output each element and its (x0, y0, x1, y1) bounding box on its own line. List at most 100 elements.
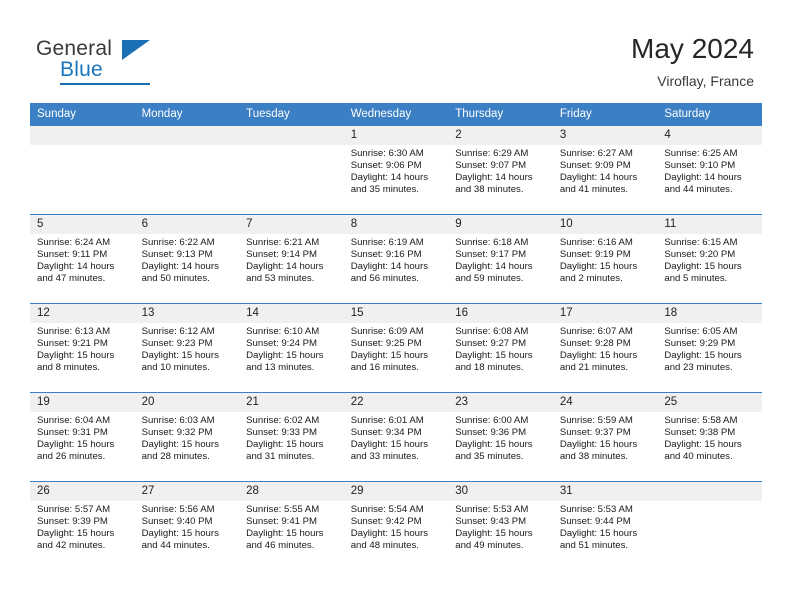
detail-sunrise: Sunrise: 5:59 AM (559, 415, 633, 426)
detail-sunrise: Sunrise: 6:00 AM (455, 415, 529, 426)
day-number: 13 (134, 304, 240, 323)
detail-sunrise: Sunrise: 6:08 AM (455, 326, 529, 337)
detail-sunrise: Sunrise: 6:02 AM (246, 415, 320, 426)
detail-sunset: Sunset: 9:27 PM (455, 338, 527, 350)
detail-daylight-1: Daylight: 15 hours (559, 528, 638, 540)
day-details: Sunrise: 6:18 AM Sunset: 9:17 PM Daylight:… (448, 234, 553, 285)
weekday-header-wednesday: Wednesday (343, 103, 449, 126)
detail-daylight-1: Daylight: 15 hours (664, 261, 742, 273)
logo-text-blue: Blue (60, 58, 103, 81)
detail-daylight-1: Daylight: 15 hours (141, 350, 219, 362)
calendar-day-cell[interactable]: 16 Sunrise: 6:08 AM Sunset: 9:27 PM Dayligh… (448, 303, 553, 393)
detail-sunset: Sunset: 9:40 PM (141, 516, 213, 528)
weekday-header-thursday: Thursday (448, 103, 553, 126)
calendar-day-cell[interactable]: 2 Sunrise: 6:29 AM Sunset: 9:07 PM Daylight… (448, 125, 553, 215)
calendar-day-cell-empty (239, 125, 344, 215)
calendar-day-cell[interactable]: 8 Sunrise: 6:19 AM Sunset: 9:16 PM Daylight… (343, 214, 449, 304)
detail-daylight-2: and 2 minutes. (559, 273, 623, 285)
calendar-day-cell[interactable]: 26 Sunrise: 5:57 AM Sunset: 9:39 PM Dayligh… (30, 481, 135, 570)
detail-daylight-2: and 18 minutes. (455, 362, 524, 374)
day-cell-inner: 18 Sunrise: 6:05 AM Sunset: 9:29 PM Dayligh… (657, 304, 762, 392)
day-cell-inner: 28 Sunrise: 5:55 AM Sunset: 9:41 PM Dayligh… (239, 482, 344, 570)
detail-sunrise: Sunrise: 5:55 AM (246, 504, 320, 515)
calendar-day-cell[interactable]: 14 Sunrise: 6:10 AM Sunset: 9:24 PM Dayligh… (239, 303, 344, 393)
calendar-day-cell[interactable]: 28 Sunrise: 5:55 AM Sunset: 9:41 PM Dayligh… (239, 481, 344, 570)
calendar-day-cell[interactable]: 23 Sunrise: 6:00 AM Sunset: 9:36 PM Dayligh… (448, 392, 553, 482)
detail-daylight-1: Daylight: 14 hours (350, 261, 429, 273)
detail-sunset: Sunset: 9:13 PM (141, 249, 213, 261)
detail-daylight-2: and 23 minutes. (664, 362, 733, 374)
day-details: Sunrise: 6:07 AM Sunset: 9:28 PM Daylight:… (553, 323, 658, 374)
calendar-body: 1 Sunrise: 6:30 AM Sunset: 9:06 PM Daylight… (30, 125, 762, 570)
calendar-week-row: 5 Sunrise: 6:24 AM Sunset: 9:11 PM Daylight… (30, 214, 762, 304)
detail-sunset: Sunset: 9:39 PM (37, 516, 108, 528)
day-number: 25 (657, 393, 762, 412)
day-cell-inner: 23 Sunrise: 6:00 AM Sunset: 9:36 PM Dayligh… (448, 393, 553, 481)
day-cell-inner: 19 Sunrise: 6:04 AM Sunset: 9:31 PM Dayligh… (30, 393, 135, 481)
calendar-day-cell[interactable]: 22 Sunrise: 6:01 AM Sunset: 9:34 PM Dayligh… (343, 392, 449, 482)
detail-sunset: Sunset: 9:09 PM (559, 160, 631, 172)
calendar-day-cell[interactable]: 13 Sunrise: 6:12 AM Sunset: 9:23 PM Dayligh… (134, 303, 240, 393)
day-details: Sunrise: 6:16 AM Sunset: 9:19 PM Daylight:… (553, 234, 658, 285)
calendar-day-cell[interactable]: 11 Sunrise: 6:15 AM Sunset: 9:20 PM Dayligh… (657, 214, 762, 304)
day-number: 28 (239, 482, 344, 501)
calendar-day-cell[interactable]: 17 Sunrise: 6:07 AM Sunset: 9:28 PM Dayligh… (552, 303, 658, 393)
detail-daylight-1: Daylight: 14 hours (455, 172, 533, 184)
calendar-day-cell[interactable]: 5 Sunrise: 6:24 AM Sunset: 9:11 PM Daylight… (30, 214, 135, 304)
calendar-day-cell[interactable]: 19 Sunrise: 6:04 AM Sunset: 9:31 PM Dayligh… (30, 392, 135, 482)
day-cell-inner: 7 Sunrise: 6:21 AM Sunset: 9:14 PM Daylight… (239, 215, 344, 303)
day-details: Sunrise: 6:00 AM Sunset: 9:36 PM Daylight:… (448, 412, 553, 463)
calendar-day-cell[interactable]: 18 Sunrise: 6:05 AM Sunset: 9:29 PM Dayligh… (657, 303, 762, 393)
day-number: 20 (134, 393, 240, 412)
calendar-day-cell[interactable]: 1 Sunrise: 6:30 AM Sunset: 9:06 PM Daylight… (343, 125, 449, 215)
day-details: Sunrise: 6:02 AM Sunset: 9:33 PM Daylight:… (239, 412, 344, 463)
detail-sunset: Sunset: 9:14 PM (246, 249, 318, 261)
day-details: Sunrise: 6:15 AM Sunset: 9:20 PM Daylight:… (657, 234, 762, 285)
detail-daylight-2: and 5 minutes. (664, 273, 728, 285)
calendar-day-cell[interactable]: 24 Sunrise: 5:59 AM Sunset: 9:37 PM Dayligh… (552, 392, 658, 482)
day-cell-inner: 12 Sunrise: 6:13 AM Sunset: 9:21 PM Dayligh… (30, 304, 135, 392)
calendar-day-cell[interactable]: 4 Sunrise: 6:25 AM Sunset: 9:10 PM Daylight… (657, 125, 762, 215)
calendar-day-cell[interactable]: 21 Sunrise: 6:02 AM Sunset: 9:33 PM Dayligh… (239, 392, 344, 482)
detail-daylight-1: Daylight: 14 hours (246, 261, 324, 273)
day-cell-inner: 5 Sunrise: 6:24 AM Sunset: 9:11 PM Daylight… (30, 215, 135, 303)
general-blue-logo[interactable]: General Blue (36, 38, 216, 88)
calendar-day-cell[interactable]: 15 Sunrise: 6:09 AM Sunset: 9:25 PM Dayligh… (343, 303, 449, 393)
detail-daylight-1: Daylight: 15 hours (455, 350, 533, 362)
day-details: Sunrise: 5:53 AM Sunset: 9:43 PM Daylight:… (448, 501, 553, 552)
detail-sunrise: Sunrise: 6:22 AM (141, 237, 215, 248)
calendar-day-cell[interactable]: 20 Sunrise: 6:03 AM Sunset: 9:32 PM Dayligh… (134, 392, 240, 482)
detail-sunrise: Sunrise: 6:16 AM (559, 237, 633, 248)
calendar-day-cell[interactable]: 27 Sunrise: 5:56 AM Sunset: 9:40 PM Dayligh… (134, 481, 240, 570)
calendar-day-cell[interactable]: 29 Sunrise: 5:54 AM Sunset: 9:42 PM Dayligh… (343, 481, 449, 570)
calendar-day-cell[interactable]: 9 Sunrise: 6:18 AM Sunset: 9:17 PM Daylight… (448, 214, 553, 304)
day-cell-inner: 27 Sunrise: 5:56 AM Sunset: 9:40 PM Dayligh… (134, 482, 240, 570)
detail-sunrise: Sunrise: 6:07 AM (559, 326, 633, 337)
detail-sunrise: Sunrise: 5:53 AM (559, 504, 633, 515)
detail-daylight-2: and 41 minutes. (559, 184, 629, 196)
day-cell-inner: 13 Sunrise: 6:12 AM Sunset: 9:23 PM Dayligh… (134, 304, 240, 392)
detail-sunrise: Sunrise: 6:29 AM (455, 148, 529, 159)
calendar-day-cell[interactable]: 30 Sunrise: 5:53 AM Sunset: 9:43 PM Dayligh… (448, 481, 553, 570)
day-details: Sunrise: 5:53 AM Sunset: 9:44 PM Daylight:… (553, 501, 658, 552)
detail-daylight-1: Daylight: 15 hours (350, 528, 429, 540)
day-number: 26 (30, 482, 135, 501)
calendar-day-cell[interactable]: 31 Sunrise: 5:53 AM Sunset: 9:44 PM Dayligh… (552, 481, 658, 570)
day-details: Sunrise: 6:22 AM Sunset: 9:13 PM Daylight:… (135, 234, 240, 285)
calendar-day-cell[interactable]: 7 Sunrise: 6:21 AM Sunset: 9:14 PM Daylight… (239, 214, 344, 304)
detail-daylight-1: Daylight: 15 hours (455, 439, 533, 451)
detail-sunset: Sunset: 9:29 PM (664, 338, 736, 350)
detail-daylight-1: Daylight: 15 hours (246, 439, 324, 451)
calendar-day-cell[interactable]: 25 Sunrise: 5:58 AM Sunset: 9:38 PM Dayligh… (657, 392, 762, 482)
detail-sunset: Sunset: 9:32 PM (141, 427, 213, 439)
day-cell-inner: 24 Sunrise: 5:59 AM Sunset: 9:37 PM Dayligh… (552, 393, 658, 481)
calendar-day-cell[interactable]: 6 Sunrise: 6:22 AM Sunset: 9:13 PM Daylight… (134, 214, 240, 304)
day-number (30, 126, 135, 145)
calendar-day-cell[interactable]: 10 Sunrise: 6:16 AM Sunset: 9:19 PM Dayligh… (552, 214, 658, 304)
logo-text-general: General (36, 37, 113, 60)
detail-daylight-2: and 40 minutes. (664, 451, 733, 463)
calendar-day-cell[interactable]: 3 Sunrise: 6:27 AM Sunset: 9:09 PM Daylight… (552, 125, 658, 215)
logo-underline (60, 83, 150, 85)
day-number: 2 (448, 126, 553, 145)
calendar-day-cell[interactable]: 12 Sunrise: 6:13 AM Sunset: 9:21 PM Dayligh… (30, 303, 135, 393)
